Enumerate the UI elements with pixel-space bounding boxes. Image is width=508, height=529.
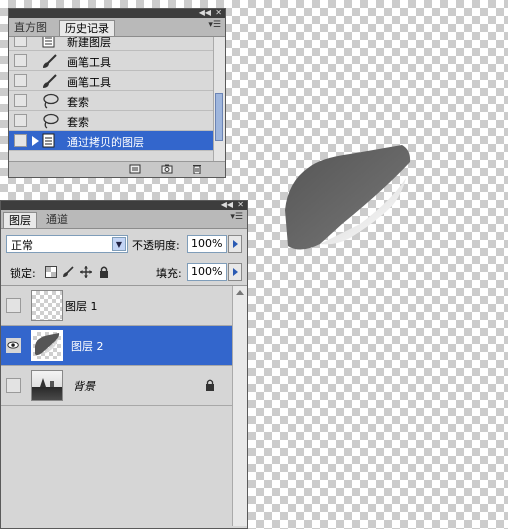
- fill-slider-arrow-icon[interactable]: [228, 263, 242, 281]
- lock-position-move-icon[interactable]: [80, 266, 92, 278]
- lasso-icon: [43, 93, 59, 109]
- history-item-label: 画笔工具: [67, 76, 111, 89]
- layer-visibility-toggle[interactable]: [6, 338, 21, 353]
- layer-thumbnail: [31, 330, 63, 361]
- history-item-label: 画笔工具: [67, 56, 111, 69]
- history-item-label: 通过拷贝的图层: [67, 136, 144, 149]
- fill-input[interactable]: 100%: [187, 263, 227, 281]
- blend-mode-select[interactable]: 正常 ▼: [6, 235, 128, 253]
- blend-mode-value: 正常: [11, 239, 33, 252]
- layer-visibility-toggle[interactable]: [6, 298, 21, 313]
- layer-row-layer-2[interactable]: 图层 2: [1, 326, 233, 366]
- snapshot-camera-icon[interactable]: [161, 164, 173, 174]
- opacity-slider-arrow-icon[interactable]: [228, 235, 242, 253]
- history-scrollbar-thumb[interactable]: [215, 93, 223, 141]
- history-footer: [9, 161, 225, 177]
- history-source-checkbox[interactable]: [14, 94, 27, 107]
- layer-name: 图层 2: [71, 340, 104, 353]
- close-panel-icon[interactable]: ✕: [237, 200, 244, 210]
- layers-panel: ◀◀ ✕ 图层 通道 ▾☰ 正常 ▼ 不透明度: 100% 锁定: 填充: 10…: [0, 200, 248, 529]
- layers-scrollbar[interactable]: [232, 286, 247, 526]
- new-document-from-state-icon[interactable]: [129, 164, 141, 174]
- history-item-label: 新建图层: [67, 37, 111, 49]
- layer-thumbnail: [31, 370, 63, 401]
- lock-label: 锁定:: [10, 267, 36, 280]
- brush-icon: [43, 54, 57, 68]
- fill-label: 填充:: [156, 267, 182, 280]
- history-source-checkbox[interactable]: [14, 37, 27, 47]
- tab-layers[interactable]: 图层: [3, 212, 37, 228]
- history-item-label: 套索: [67, 96, 89, 109]
- lock-row: 锁定: 填充: 100%: [1, 259, 247, 286]
- history-scrollbar[interactable]: [213, 37, 225, 163]
- collapse-panel-icon[interactable]: ◀◀: [199, 8, 211, 18]
- canvas-layer-shape: [285, 145, 411, 250]
- layer-row-layer-1[interactable]: 图层 1: [1, 286, 233, 326]
- history-panel-tabs: 直方图 历史记录 ▾☰: [9, 18, 225, 37]
- layer-thumbnail: [31, 290, 63, 321]
- history-source-checkbox[interactable]: [14, 134, 27, 147]
- history-item-new-layer[interactable]: 新建图层: [9, 37, 216, 51]
- layer-name: 背景: [73, 380, 95, 393]
- history-panel-titlebar[interactable]: ◀◀ ✕: [9, 8, 225, 18]
- lock-all-icon[interactable]: [98, 266, 110, 278]
- history-item-brush[interactable]: 画笔工具: [9, 71, 216, 91]
- layer-name: 图层 1: [65, 300, 98, 313]
- opacity-input[interactable]: 100%: [187, 235, 227, 253]
- history-item-lasso[interactable]: 套索: [9, 91, 216, 111]
- trash-icon[interactable]: [191, 164, 203, 174]
- history-item-lasso[interactable]: 套索: [9, 111, 216, 131]
- chevron-down-icon[interactable]: ▼: [112, 237, 126, 251]
- scroll-up-arrow-icon[interactable]: [236, 290, 244, 295]
- document-icon: [42, 37, 55, 48]
- close-panel-icon[interactable]: ✕: [215, 8, 222, 18]
- layer-row-background[interactable]: 背景: [1, 366, 233, 406]
- panel-menu-icon[interactable]: ▾☰: [230, 212, 243, 222]
- lock-transparent-pixels-icon[interactable]: [45, 266, 57, 278]
- history-item-brush[interactable]: 画笔工具: [9, 51, 216, 71]
- history-source-checkbox[interactable]: [14, 114, 27, 127]
- collapse-panel-icon[interactable]: ◀◀: [221, 200, 233, 210]
- history-panel: ◀◀ ✕ 直方图 历史记录 ▾☰ 新建图层 画笔工具 画笔工具 套索 套索 通过…: [8, 8, 226, 178]
- tab-histogram[interactable]: 直方图: [9, 20, 52, 36]
- opacity-label: 不透明度:: [132, 239, 180, 252]
- layer-list: 图层 1 图层 2 背景: [1, 286, 233, 526]
- eye-icon: [7, 341, 19, 349]
- history-list: 新建图层 画笔工具 画笔工具 套索 套索 通过拷贝的图层: [9, 37, 216, 163]
- lock-icon: [206, 379, 214, 391]
- panel-menu-icon[interactable]: ▾☰: [208, 20, 221, 30]
- layers-panel-titlebar[interactable]: ◀◀ ✕: [1, 200, 247, 210]
- lock-image-pixels-brush-icon[interactable]: [62, 266, 74, 278]
- lasso-icon: [43, 113, 59, 129]
- tab-channels[interactable]: 通道: [41, 212, 73, 228]
- history-item-label: 套索: [67, 116, 89, 129]
- layers-panel-tabs: 图层 通道 ▾☰: [1, 210, 247, 229]
- blend-row: 正常 ▼ 不透明度: 100%: [1, 229, 247, 259]
- tab-history[interactable]: 历史记录: [59, 20, 115, 36]
- history-source-checkbox[interactable]: [14, 54, 27, 67]
- history-source-checkbox[interactable]: [14, 74, 27, 87]
- brush-icon: [43, 74, 57, 88]
- layer-visibility-toggle[interactable]: [6, 378, 21, 393]
- history-item-layer-via-copy[interactable]: 通过拷贝的图层: [9, 131, 216, 151]
- history-state-arrow-icon: [32, 136, 39, 146]
- document-icon: [42, 133, 55, 148]
